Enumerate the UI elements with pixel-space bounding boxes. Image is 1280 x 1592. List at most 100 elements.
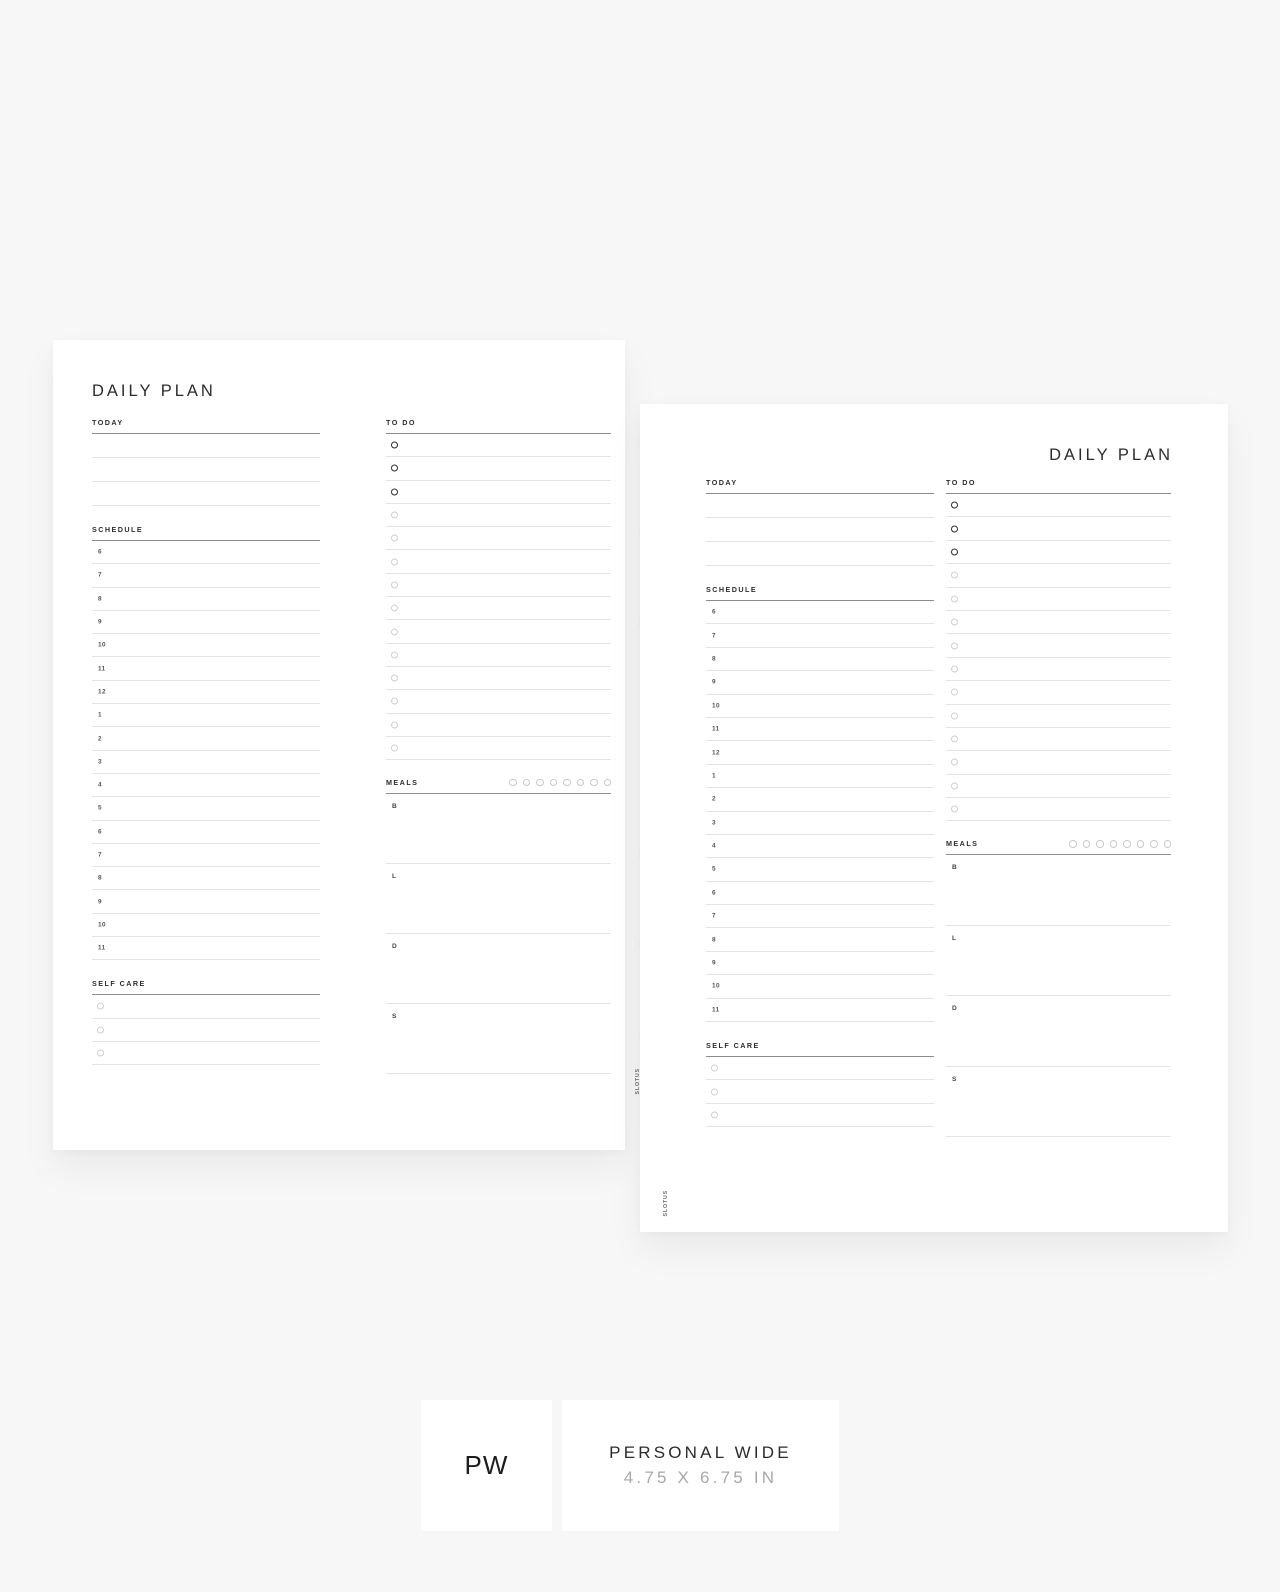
schedule-row[interactable]: 3 — [706, 812, 934, 835]
schedule-row[interactable]: 6 — [706, 882, 934, 906]
todo-row[interactable] — [946, 541, 1171, 565]
checkbox-circle-icon[interactable] — [391, 674, 398, 682]
meal-entry-row[interactable]: D — [946, 996, 1171, 1067]
today-row[interactable] — [92, 482, 320, 506]
schedule-row[interactable]: 7 — [706, 905, 934, 929]
self-care-row[interactable] — [706, 1057, 934, 1081]
checkbox-circle-icon[interactable] — [391, 558, 398, 566]
checkbox-circle-icon[interactable] — [711, 1064, 718, 1072]
checkbox-circle-icon[interactable] — [391, 488, 398, 496]
todo-row[interactable] — [386, 527, 611, 551]
checkbox-circle-icon[interactable] — [951, 758, 958, 766]
meal-tracker-dot-icon[interactable] — [536, 778, 544, 787]
todo-row[interactable] — [386, 690, 611, 714]
meal-entry-row[interactable]: L — [946, 926, 1171, 997]
checkbox-circle-icon[interactable] — [97, 1002, 104, 1010]
schedule-row[interactable]: 8 — [706, 648, 934, 672]
today-row[interactable] — [92, 458, 320, 482]
self-care-row[interactable] — [706, 1104, 934, 1128]
self-care-row[interactable] — [92, 1019, 320, 1042]
meal-tracker-dot-icon[interactable] — [590, 778, 598, 787]
schedule-row[interactable]: 2 — [706, 788, 934, 812]
checkbox-circle-icon[interactable] — [391, 651, 398, 659]
checkbox-circle-icon[interactable] — [951, 525, 958, 533]
todo-row[interactable] — [386, 737, 611, 761]
schedule-row[interactable]: 10 — [92, 914, 320, 938]
schedule-row[interactable]: 7 — [706, 624, 934, 648]
todo-row[interactable] — [386, 644, 611, 667]
meal-tracker-dot-icon[interactable] — [576, 778, 584, 787]
schedule-row[interactable]: 6 — [92, 821, 320, 844]
schedule-row[interactable]: 10 — [706, 975, 934, 999]
todo-row[interactable] — [386, 714, 611, 737]
meal-tracker-dot-icon[interactable] — [549, 778, 557, 787]
schedule-row[interactable]: 7 — [92, 564, 320, 588]
checkbox-circle-icon[interactable] — [951, 712, 958, 720]
schedule-row[interactable]: 8 — [92, 867, 320, 891]
meal-entry-row[interactable]: L — [386, 864, 611, 935]
todo-row[interactable] — [386, 457, 611, 481]
checkbox-circle-icon[interactable] — [951, 688, 958, 696]
today-row[interactable] — [706, 542, 934, 566]
meal-tracker-dot-icon[interactable] — [603, 778, 611, 787]
schedule-row[interactable]: 10 — [706, 695, 934, 718]
schedule-row[interactable]: 11 — [92, 937, 320, 961]
meal-entry-row[interactable]: B — [946, 855, 1171, 926]
todo-row[interactable] — [946, 634, 1171, 658]
todo-row[interactable] — [946, 681, 1171, 705]
schedule-row[interactable]: 9 — [92, 611, 320, 635]
checkbox-circle-icon[interactable] — [951, 571, 958, 579]
checkbox-circle-icon[interactable] — [951, 782, 958, 790]
todo-row[interactable] — [386, 597, 611, 621]
todo-row[interactable] — [386, 574, 611, 598]
schedule-row[interactable]: 9 — [706, 952, 934, 976]
schedule-row[interactable]: 7 — [92, 844, 320, 868]
todo-row[interactable] — [946, 728, 1171, 752]
checkbox-circle-icon[interactable] — [97, 1026, 104, 1034]
today-row[interactable] — [92, 434, 320, 458]
checkbox-circle-icon[interactable] — [711, 1111, 718, 1119]
meal-entry-row[interactable]: S — [946, 1067, 1171, 1138]
todo-row[interactable] — [946, 494, 1171, 518]
schedule-row[interactable]: 11 — [92, 657, 320, 681]
checkbox-circle-icon[interactable] — [951, 735, 958, 743]
self-care-row[interactable] — [92, 1042, 320, 1066]
meal-tracker-dot-icon[interactable] — [1109, 840, 1117, 848]
meal-tracker-dot-icon[interactable] — [522, 778, 530, 787]
todo-row[interactable] — [946, 588, 1171, 611]
todo-row[interactable] — [946, 775, 1171, 799]
schedule-row[interactable]: 8 — [706, 928, 934, 952]
checkbox-circle-icon[interactable] — [391, 464, 398, 472]
meal-tracker-dot-icon[interactable] — [509, 778, 517, 787]
schedule-row[interactable]: 1 — [92, 704, 320, 728]
schedule-row[interactable]: 3 — [92, 751, 320, 774]
meal-tracker-dot-icon[interactable] — [1136, 840, 1144, 848]
checkbox-circle-icon[interactable] — [391, 697, 398, 705]
checkbox-circle-icon[interactable] — [391, 534, 398, 542]
checkbox-circle-icon[interactable] — [391, 511, 398, 519]
schedule-row[interactable]: 9 — [92, 890, 320, 914]
schedule-row[interactable]: 12 — [92, 681, 320, 705]
self-care-row[interactable] — [92, 995, 320, 1019]
checkbox-circle-icon[interactable] — [951, 805, 958, 813]
meal-tracker-dot-icon[interactable] — [1096, 840, 1104, 848]
schedule-row[interactable]: 9 — [706, 671, 934, 695]
checkbox-circle-icon[interactable] — [97, 1049, 104, 1057]
checkbox-circle-icon[interactable] — [391, 721, 398, 729]
checkbox-circle-icon[interactable] — [951, 665, 958, 673]
todo-row[interactable] — [386, 620, 611, 644]
schedule-row[interactable]: 5 — [706, 858, 934, 882]
schedule-row[interactable]: 2 — [92, 727, 320, 751]
today-row[interactable] — [706, 518, 934, 542]
todo-row[interactable] — [386, 550, 611, 574]
meal-tracker-dot-icon[interactable] — [1069, 840, 1077, 848]
todo-row[interactable] — [946, 564, 1171, 588]
schedule-row[interactable]: 11 — [706, 718, 934, 742]
checkbox-circle-icon[interactable] — [951, 595, 958, 603]
meal-entry-row[interactable]: S — [386, 1004, 611, 1075]
todo-row[interactable] — [946, 705, 1171, 728]
schedule-row[interactable]: 12 — [706, 741, 934, 765]
meal-tracker-dot-icon[interactable] — [1150, 840, 1158, 848]
schedule-row[interactable]: 5 — [92, 797, 320, 821]
checkbox-circle-icon[interactable] — [951, 618, 958, 626]
